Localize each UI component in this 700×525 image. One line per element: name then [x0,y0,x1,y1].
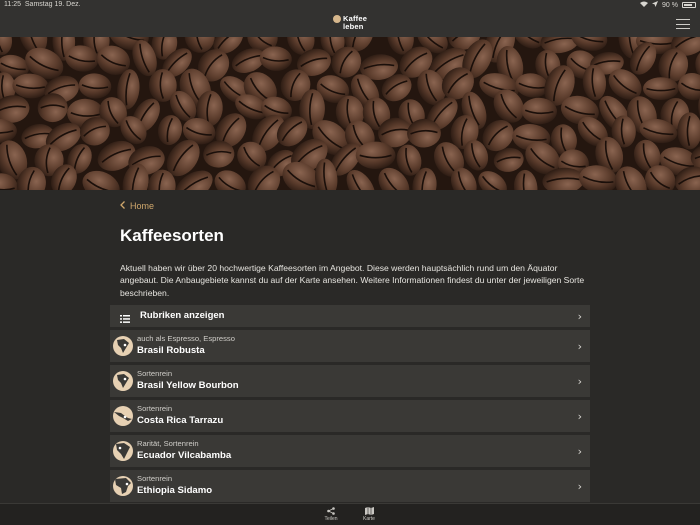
status-time: 11:25 [4,1,21,8]
breadcrumb-home-link[interactable]: Home [130,201,154,211]
coffee-row[interactable]: Sortenrein Ethiopia Sidamo › [110,470,590,502]
intro-text: Aktuell haben wir über 20 hochwertige Ka… [120,263,585,298]
tab-share-label: Teilen [324,516,338,522]
coffee-tags: Rarität, Sortenrein [137,439,199,448]
central-america-map-icon [113,406,133,426]
wifi-icon [640,1,649,9]
battery-icon [682,2,696,8]
status-time-date: 11:25 Samstag 19. Dez. [4,1,81,8]
map-icon [364,507,374,515]
coffee-name: Brasil Robusta [137,345,205,356]
coffee-row[interactable]: auch als Espresso, Espresso Brasil Robus… [110,330,590,362]
coffee-list: Rubriken anzeigen › auch als Espresso, E… [110,305,590,503]
coffee-tags: Sortenrein [137,474,173,483]
status-indicators: 90 % [640,1,696,9]
tab-map-label: Karte [363,516,375,522]
coffee-name: Costa Rica Tarrazu [137,415,224,426]
main-content: Home Kaffeesorten Aktuell haben wir über… [0,190,700,503]
coffee-name: Ecuador Vilcabamba [137,450,232,461]
status-bar: 11:25 Samstag 19. Dez. 90 % [0,0,700,11]
south-america-map-icon [113,336,133,356]
coffee-tags: Sortenrein [137,369,173,378]
coffee-tags: auch als Espresso, Espresso [137,334,235,343]
logo[interactable]: Kaffee leben [333,14,367,30]
tab-map[interactable]: Karte [354,507,384,522]
coffee-name: Ethiopia Sidamo [137,485,213,496]
location-icon [652,1,659,9]
south-america-map-icon [113,441,133,461]
chevron-right-icon: › [577,445,582,458]
logo-line-2: leben [343,21,364,31]
coffee-row[interactable]: Sortenrein Costa Rica Tarrazu › [110,400,590,432]
page-title: Kaffeesorten [120,226,224,245]
coffee-tags: Sortenrein [137,404,173,413]
chevron-right-icon: › [577,375,582,388]
tab-share[interactable]: Teilen [316,507,346,522]
chevron-left-icon [120,201,125,211]
list-icon [120,311,130,323]
coffee-row[interactable]: Rarität, Sortenrein Ecuador Vilcabamba › [110,435,590,467]
share-icon [327,507,335,515]
south-america-map-icon [113,371,133,391]
logo-text: Kaffee leben [343,15,367,30]
logo-bean-icon [333,14,341,23]
app-header: Kaffee leben [0,11,700,37]
coffee-row[interactable]: Sortenrein Brasil Yellow Bourbon › [110,365,590,397]
show-categories-row[interactable]: Rubriken anzeigen › [110,305,590,327]
hero-coffee-beans-image [0,37,700,190]
status-date: Samstag 19. Dez. [24,1,81,8]
chevron-right-icon: › [577,410,582,423]
chevron-right-icon: › [577,480,582,493]
bottom-tab-bar: Teilen Karte [0,503,700,525]
breadcrumb[interactable]: Home [120,201,154,211]
coffee-name: Brasil Yellow Bourbon [137,380,239,391]
battery-percent: 90 % [662,1,678,9]
hamburger-menu-icon[interactable] [676,19,690,29]
africa-map-icon [113,476,133,496]
chevron-right-icon: › [577,310,582,323]
show-categories-label: Rubriken anzeigen [140,310,225,321]
coffee-beans-picture [0,37,700,190]
chevron-right-icon: › [577,340,582,353]
